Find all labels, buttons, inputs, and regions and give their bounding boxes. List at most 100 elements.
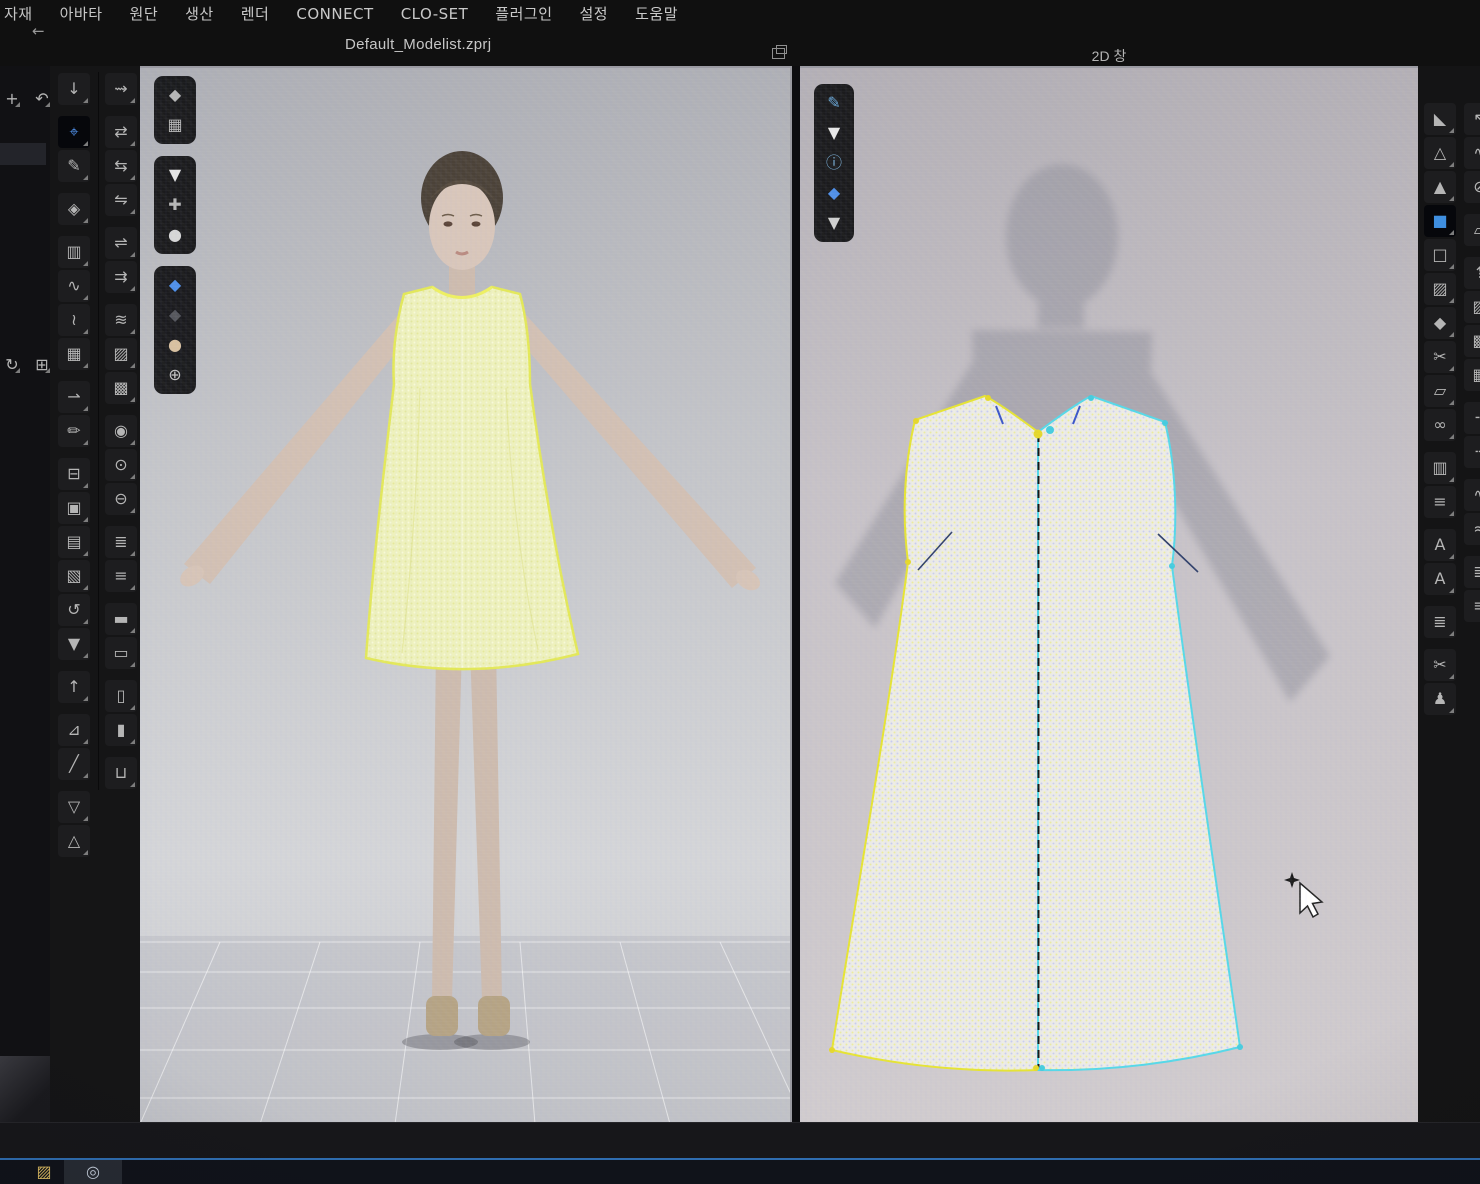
show-seamline-icon[interactable]: ◆ <box>160 300 190 330</box>
show-avatar-icon[interactable]: ● <box>160 220 190 250</box>
texture-garment-icon[interactable]: ▩ <box>105 372 137 404</box>
move-tool-icon[interactable]: ⌖ <box>58 116 90 148</box>
restore-window-icon[interactable] <box>772 48 785 59</box>
needle-tool-icon[interactable]: ✎ <box>819 88 849 118</box>
clamp-icon[interactable]: ⊔ <box>105 757 137 789</box>
fit-sew-icon[interactable]: ▦ <box>58 338 90 370</box>
edit-sewing-icon[interactable]: ⇄ <box>105 116 137 148</box>
text-cursor-icon[interactable]: A <box>1424 529 1456 561</box>
person-pattern-icon[interactable]: ♟ <box>1424 683 1456 715</box>
grid-dots-icon[interactable]: ⊞ <box>32 355 52 375</box>
fold-pattern-icon[interactable]: ▧ <box>58 560 90 592</box>
segment-sew-icon[interactable]: ▥ <box>58 236 90 268</box>
panel-divider[interactable] <box>790 66 800 1122</box>
mannequin-icon[interactable]: ● <box>160 330 190 360</box>
clo-app-icon[interactable]: ◎ <box>64 1160 122 1184</box>
ruler-comb-icon[interactable]: ▥ <box>1424 452 1456 484</box>
edit-sculpt-icon[interactable]: ✎ <box>58 150 90 182</box>
ruler-icon[interactable]: ╱ <box>58 748 90 780</box>
cross-cut-icon[interactable]: ✂ <box>1424 341 1456 373</box>
garment-measure-icon[interactable]: ▽ <box>58 791 90 823</box>
simulate-icon[interactable]: ↓ <box>58 73 90 105</box>
fold-arrangement-icon[interactable]: ⊟ <box>58 458 90 490</box>
menu-item-plugin[interactable]: 플러그인 <box>495 6 552 23</box>
tack-marker-icon[interactable]: ✏ <box>58 415 90 447</box>
menu-item-closet[interactable]: CLO-SET <box>401 6 469 23</box>
pattern-half-left[interactable] <box>832 396 1038 1071</box>
sew-garment-curve-icon[interactable]: ⇉ <box>105 261 137 293</box>
viewport-2d[interactable]: ✎▼ⓘ◆▼ <box>800 66 1418 1124</box>
pattern-2d-icon[interactable]: ■ <box>1424 205 1456 237</box>
fabric-roll-cursor-icon[interactable]: ▬ <box>105 603 137 635</box>
show-pattern-3d-icon[interactable]: ◆ <box>160 270 190 300</box>
menu-item-render[interactable]: 렌더 <box>241 6 270 23</box>
curve-edit-icon[interactable]: ∿ <box>1464 137 1480 169</box>
pin-garment-icon[interactable]: ✚ <box>160 190 190 220</box>
menu-item-help[interactable]: 도움말 <box>635 6 678 23</box>
tape-measure-icon[interactable]: ⊿ <box>58 714 90 746</box>
add-icon[interactable]: + <box>2 89 22 109</box>
sew-garment-icon[interactable]: ⇌ <box>105 227 137 259</box>
fabric-roll-icon[interactable]: ▭ <box>105 637 137 669</box>
show-garment-2d-icon[interactable]: ▼ <box>819 118 849 148</box>
texture-cursor-icon[interactable]: ▨ <box>105 338 137 370</box>
sew-curve-icon[interactable]: ≀ <box>58 304 90 336</box>
button-icon[interactable]: ⊙ <box>105 449 137 481</box>
edit-sewing-seg-icon[interactable]: ⇆ <box>105 150 137 182</box>
scene-cube-icon[interactable]: ◆ <box>160 80 190 110</box>
menu-item-avatar[interactable]: 아바타 <box>60 6 103 23</box>
show-garment-icon[interactable]: ▼ <box>160 160 190 190</box>
steam-garment-icon[interactable]: ≋ <box>105 304 137 336</box>
line-tool-icon[interactable]: ╌ <box>1464 402 1480 434</box>
pin-icon[interactable]: ⇀ <box>58 381 90 413</box>
dash-line-icon[interactable]: ┄ <box>1464 436 1480 468</box>
bone-link-icon[interactable]: ∞ <box>1424 409 1456 441</box>
edit-pattern-dark-icon[interactable]: ▲ <box>1424 171 1456 203</box>
folder-app-icon[interactable]: ▨ <box>26 1160 62 1184</box>
walk-avatar-icon[interactable]: ⇝ <box>105 73 137 105</box>
arrow-garment-icon[interactable]: ⇡ <box>1464 257 1480 289</box>
pleats-panel-icon[interactable]: ≣ <box>1424 606 1456 638</box>
button-cursor-icon[interactable]: ◉ <box>105 415 137 447</box>
garment-pair-icon[interactable]: ▤ <box>58 526 90 558</box>
buttonhole-lock-icon[interactable]: ⊖ <box>105 483 137 515</box>
fabric-strip-icon[interactable]: ▮ <box>105 714 137 746</box>
cut-sew-icon[interactable]: ✂ <box>1424 649 1456 681</box>
environment-globe-icon[interactable]: ⊕ <box>160 360 190 390</box>
project-tab-title[interactable]: Default_Modelist.zprj <box>345 36 491 53</box>
menu-item-connect[interactable]: CONNECT <box>296 6 373 23</box>
check-garment-small-icon[interactable]: ▦ <box>1464 359 1480 391</box>
edit-point-icon[interactable]: △ <box>1424 137 1456 169</box>
transform-pattern-icon[interactable]: ◣ <box>1424 103 1456 135</box>
shirring-icon[interactable]: ≈ <box>1464 513 1480 545</box>
back-arrow-icon[interactable]: ← <box>32 24 45 39</box>
cursor-curve-icon[interactable]: ↖ <box>1464 103 1480 135</box>
check-garment-icon[interactable]: ▨ <box>1464 291 1480 323</box>
edit-sewing-free-icon[interactable]: ⇋ <box>105 184 137 216</box>
refresh-icon[interactable]: ↻ <box>2 355 22 375</box>
menu-item-settings[interactable]: 설정 <box>580 6 609 23</box>
pattern-outline-icon[interactable]: □ <box>1424 239 1456 271</box>
pattern-lift-icon[interactable]: ↑ <box>58 671 90 703</box>
rotate-fold-icon[interactable]: ↺ <box>58 594 90 626</box>
menu-item-production[interactable]: 생산 <box>185 6 214 23</box>
menu-item-materials[interactable]: 자재 <box>4 6 33 23</box>
pattern-dots-icon[interactable]: ▨ <box>1424 273 1456 305</box>
zipper-cursor-icon[interactable]: ≣ <box>105 526 137 558</box>
elastic-icon[interactable]: ∿ <box>1464 479 1480 511</box>
jacket-icon[interactable]: ▣ <box>58 492 90 524</box>
iron-icon[interactable]: ▱ <box>1464 214 1480 246</box>
fit-garment-icon[interactable]: ◈ <box>58 193 90 225</box>
info-icon[interactable]: ⓘ <box>819 148 849 178</box>
fabric-stack-icon[interactable]: ≡ <box>1464 590 1480 622</box>
garment-dots-icon[interactable]: ▦ <box>160 110 190 140</box>
menu-item-fabric[interactable]: 원단 <box>130 6 159 23</box>
fabric-strip-cursor-icon[interactable]: ▯ <box>105 680 137 712</box>
garment-texture-2d-icon[interactable]: ▼ <box>819 208 849 238</box>
garment-ruler-icon[interactable]: △ <box>58 825 90 857</box>
show-fabric-2d-icon[interactable]: ◆ <box>819 178 849 208</box>
avatar-fit-icon[interactable]: ▼ <box>58 628 90 660</box>
undo-icon[interactable]: ↶ <box>32 89 52 109</box>
check-garment-alt-icon[interactable]: ▩ <box>1464 325 1480 357</box>
trace-pattern-icon[interactable]: ▱ <box>1424 375 1456 407</box>
